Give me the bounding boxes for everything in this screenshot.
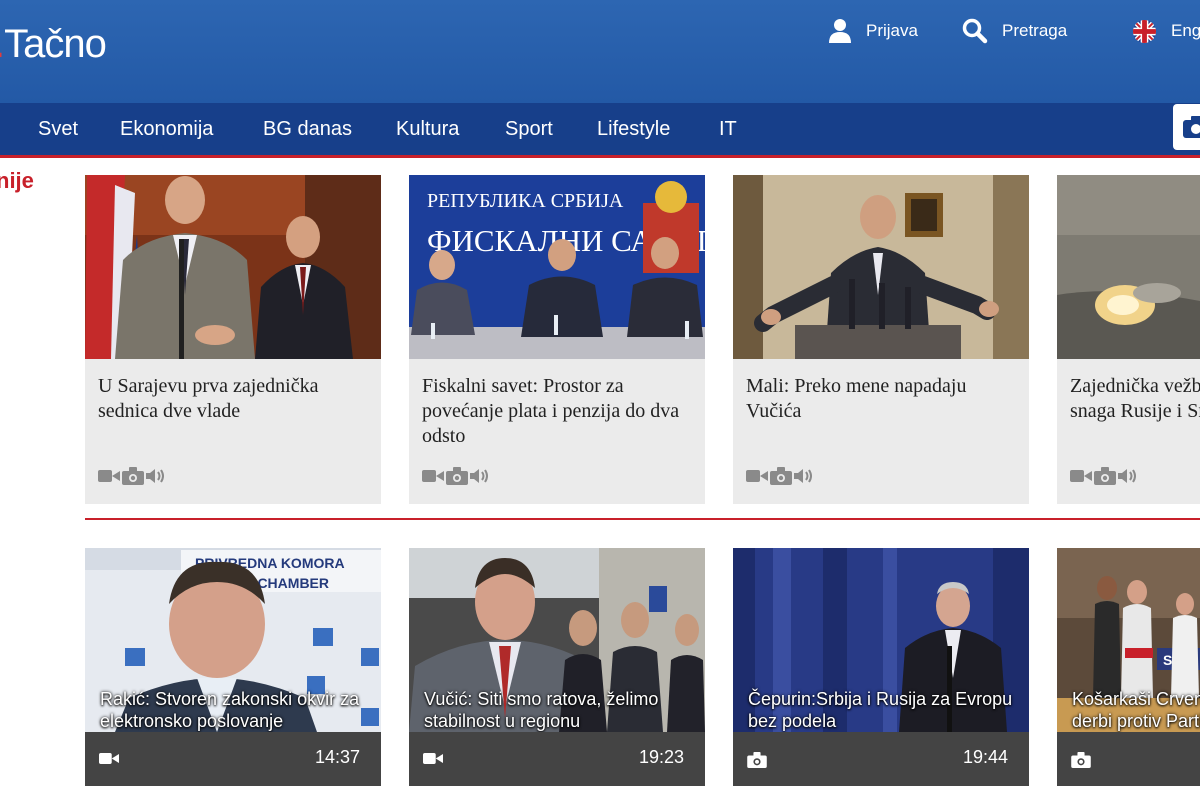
- video-title[interactable]: Vučić: Siti smo ratova, želimo stabilnos…: [424, 688, 696, 732]
- nav-item-sport[interactable]: Sport: [505, 103, 553, 155]
- camera-icon: [770, 467, 792, 485]
- video-title[interactable]: Čepurin:Srbija i Rusija za Evropu bez po…: [748, 688, 1020, 732]
- camera-icon: [122, 467, 144, 485]
- camera-icon: [1183, 116, 1200, 138]
- video-time: 14:37: [314, 747, 360, 767]
- photo-banner-text: РЕПУБЛИКА СРБИЈА: [427, 190, 624, 212]
- video-card[interactable]: PRIVREDNA KOMORA GRADE CHAMBER Rakić: St…: [85, 548, 381, 786]
- speaker-icon: [470, 469, 488, 483]
- news-title[interactable]: Mali: Preko mene napadaju Vučića: [746, 374, 1018, 424]
- news-photo: [85, 175, 381, 359]
- news-card[interactable]: Zajednička vežba vazdušnih snaga Rusije …: [1057, 175, 1200, 504]
- camera-icon: [1071, 752, 1091, 768]
- video-time: 19:44: [962, 747, 1008, 767]
- nav-item-svet[interactable]: Svet: [38, 103, 78, 155]
- camera-icon: [747, 752, 767, 768]
- camera-icon: [446, 467, 468, 485]
- media-icons: [98, 467, 168, 485]
- video-footer: 14:37: [85, 732, 381, 786]
- login-link[interactable]: Prijava: [828, 14, 918, 48]
- video-camera-icon: [1070, 470, 1092, 482]
- media-icons: [746, 467, 816, 485]
- language-label: Eng: [1171, 21, 1200, 40]
- news-title[interactable]: U Sarajevu prva zajednička sednica dve v…: [98, 374, 370, 424]
- camera-icon: [1094, 467, 1116, 485]
- nav-item-ekonomija[interactable]: Ekonomija: [120, 103, 213, 155]
- speaker-icon: [146, 469, 164, 483]
- search-label: Pretraga: [1002, 21, 1068, 40]
- news-card[interactable]: РЕПУБЛИКА СРБИЈА ФИСКАЛНИ САВЕТ Fiskalni…: [409, 175, 705, 504]
- video-time: 19:23: [638, 747, 684, 767]
- video-footer: 19:23: [409, 732, 705, 786]
- video-camera-icon: [423, 753, 443, 764]
- video-camera-icon: [422, 470, 444, 482]
- site-logo[interactable]: .Tačno: [0, 22, 107, 67]
- nav-item-it[interactable]: IT: [719, 103, 737, 155]
- video-camera-icon: [98, 470, 120, 482]
- site-header: .Tačno Prijava Pretraga Eng: [0, 0, 1200, 103]
- user-icon: [829, 19, 851, 43]
- video-camera-icon: [746, 470, 768, 482]
- video-footer: 19:44: [733, 732, 1029, 786]
- nav-item-lifestyle[interactable]: Lifestyle: [597, 103, 670, 155]
- video-title[interactable]: Rakić: Stvoren zakonski okvir za elektro…: [100, 688, 372, 732]
- media-icons: [422, 467, 492, 485]
- search-link[interactable]: Pretraga: [962, 14, 1067, 48]
- news-photo: РЕПУБЛИКА СРБИЈА ФИСКАЛНИ САВЕТ: [409, 175, 705, 359]
- section-divider: [85, 518, 1200, 520]
- speaker-icon: [794, 469, 812, 483]
- video-card[interactable]: Vučić: Siti smo ratova, želimo stabilnos…: [409, 548, 705, 786]
- login-label: Prijava: [866, 21, 918, 40]
- uk-flag-icon: [1132, 19, 1157, 43]
- news-card[interactable]: Mali: Preko mene napadaju Vučića: [733, 175, 1029, 504]
- video-card[interactable]: SIC Košarkaši Crvene zvezde dobili derbi…: [1057, 548, 1200, 786]
- video-camera-icon: [99, 753, 119, 764]
- media-icons: [1070, 467, 1140, 485]
- news-photo: [733, 175, 1029, 359]
- language-link[interactable]: Eng: [1132, 14, 1200, 48]
- news-card[interactable]: U Sarajevu prva zajednička sednica dve v…: [85, 175, 381, 504]
- news-title[interactable]: Fiskalni savet: Prostor za povećanje pla…: [422, 374, 694, 449]
- main-nav: Svet Ekonomija BG danas Kultura Sport Li…: [0, 103, 1200, 158]
- video-title[interactable]: Košarkaši Crvene zvezde dobili derbi pro…: [1072, 688, 1200, 732]
- news-title[interactable]: Zajednička vežba vazdušnih snaga Rusije …: [1070, 374, 1200, 424]
- speaker-icon: [1118, 469, 1136, 483]
- photo-gallery-button[interactable]: [1173, 104, 1200, 150]
- video-card[interactable]: Čepurin:Srbija i Rusija za Evropu bez po…: [733, 548, 1029, 786]
- search-icon: [962, 18, 988, 44]
- nav-item-kultura[interactable]: Kultura: [396, 103, 459, 155]
- nav-item-bg-danas[interactable]: BG danas: [263, 103, 352, 155]
- news-photo: [1057, 175, 1200, 359]
- section-title: nije: [0, 168, 34, 193]
- video-footer: [1057, 732, 1200, 786]
